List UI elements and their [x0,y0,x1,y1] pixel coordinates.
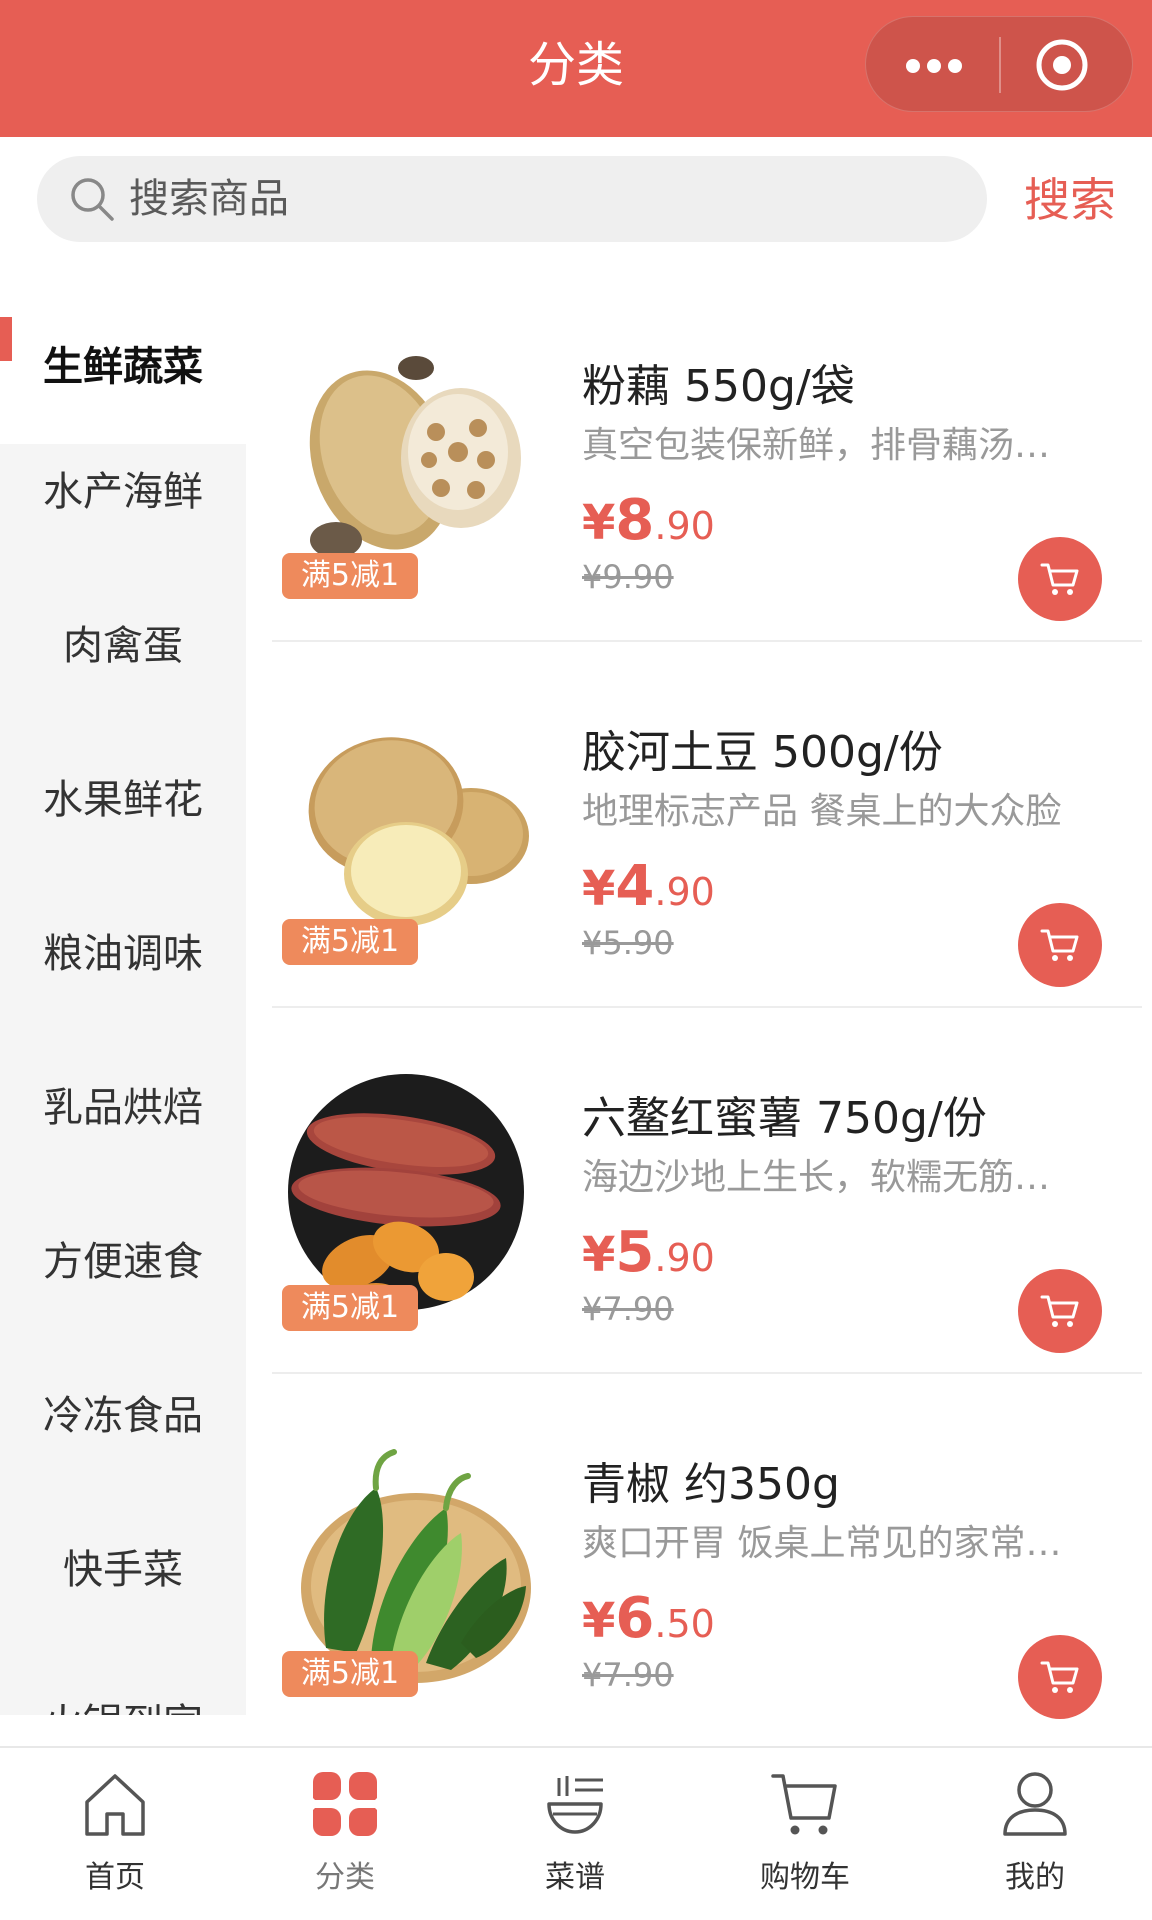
discount-badge: 满5减1 [282,919,418,965]
nav-header: 分类 [0,0,1152,137]
tab-label: 菜谱 [545,1860,605,1895]
tab-category[interactable]: 分类 [230,1748,460,1920]
home-icon [85,1774,145,1836]
list-divider [272,1006,1142,1008]
price-currency: ¥ [582,1593,616,1649]
product-price: ¥8.90 [582,488,715,553]
sidebar-item-label: 方便速食 [43,1239,203,1285]
sidebar-item-label: 冷冻食品 [43,1393,203,1439]
sidebar-item-seafood[interactable]: 水产海鲜 [0,415,246,569]
add-to-cart-button[interactable] [1018,903,1102,987]
price-currency: ¥ [582,861,616,917]
add-to-cart-button[interactable] [1018,537,1102,621]
cart-icon [1040,1295,1079,1327]
cart-icon [1040,929,1079,961]
cart-icon [1040,563,1079,595]
cart-icon [771,1774,837,1835]
more-dots-icon[interactable] [894,35,974,95]
product-description: 真空包装保新鲜，排骨藕汤… [582,425,1051,466]
list-divider [272,640,1142,642]
sidebar-item-dairy-bakery[interactable]: 乳品烘焙 [0,1031,246,1185]
sidebar-item-label: 水果鲜花 [43,777,203,823]
product-name[interactable]: 胶河土豆 500g/份 [582,716,1142,780]
user-icon [1003,1772,1067,1836]
tab-label: 购物车 [760,1860,850,1895]
sidebar-item-label: 水产海鲜 [43,469,203,515]
product-price: ¥5.90 [582,1220,715,1285]
price-decimal: .50 [654,1602,715,1646]
sidebar-item-label: 火锅到家 [43,1701,203,1715]
capsule-divider [999,37,1001,93]
price-currency: ¥ [582,1227,616,1283]
add-to-cart-button[interactable] [1018,1635,1102,1719]
discount-badge: 满5减1 [282,1651,418,1697]
search-input[interactable] [129,164,949,234]
sidebar-item-grain-oil[interactable]: 粮油调味 [0,877,246,1031]
product-name[interactable]: 青椒 约350g [582,1448,1142,1512]
discount-badge: 满5减1 [282,1285,418,1331]
tab-profile[interactable]: 我的 [920,1748,1150,1920]
active-indicator [0,317,12,361]
sidebar-item-label: 粮油调味 [43,931,203,977]
search-button[interactable]: 搜索 [1010,160,1130,240]
search-bar [37,156,987,242]
category-icon [313,1772,377,1836]
sidebar-item-hotpot[interactable]: 火锅到家 [0,1647,246,1715]
original-price: ¥5.90 [582,924,674,962]
recipe-bowl-icon [547,1776,603,1834]
product-card[interactable]: 满5减1 青椒 约350g 爽口开胃 饭桌上常见的家常… ¥6.50 ¥7.90 [246,1408,1152,1774]
product-name[interactable]: 粉藕 550g/袋 [582,350,1142,414]
tab-label: 首页 [85,1860,145,1895]
target-circle-icon[interactable] [1034,37,1090,93]
mini-program-capsule [865,16,1133,112]
price-integer: 4 [615,854,655,919]
price-decimal: .90 [654,1236,715,1280]
product-card[interactable]: 满5减1 粉藕 550g/袋 真空包装保新鲜，排骨藕汤… ¥8.90 ¥9.90 [246,310,1152,676]
sidebar-item-label: 肉禽蛋 [63,623,183,669]
add-to-cart-button[interactable] [1018,1269,1102,1353]
sidebar-item-label: 生鲜蔬菜 [43,344,203,390]
product-price: ¥4.90 [582,854,715,919]
price-decimal: .90 [654,870,715,914]
cart-icon [1040,1661,1079,1693]
sidebar-item-quick-dishes[interactable]: 快手菜 [0,1493,246,1647]
search-icon [71,178,114,221]
original-price: ¥7.90 [582,1656,674,1694]
product-price: ¥6.50 [582,1586,715,1651]
price-integer: 8 [615,488,655,553]
tab-cart[interactable]: 购物车 [690,1748,920,1920]
price-decimal: .90 [654,504,715,548]
tab-home[interactable]: 首页 [0,1748,230,1920]
sidebar-item-fruit-flowers[interactable]: 水果鲜花 [0,723,246,877]
original-price: ¥7.90 [582,1290,674,1328]
tab-label: 我的 [1005,1860,1065,1895]
sidebar-item-frozen-food[interactable]: 冷冻食品 [0,1339,246,1493]
discount-badge: 满5减1 [282,553,418,599]
product-card[interactable]: 满5减1 六鳌红蜜薯 750g/份 海边沙地上生长，软糯无筋… ¥5.90 ¥7… [246,1042,1152,1408]
tab-recipes[interactable]: 菜谱 [460,1748,690,1920]
product-name[interactable]: 六鳌红蜜薯 750g/份 [582,1082,1142,1146]
price-currency: ¥ [582,495,616,551]
product-description: 地理标志产品 餐桌上的大众脸 [582,791,1062,832]
sidebar-item-meat-eggs[interactable]: 肉禽蛋 [0,569,246,723]
price-integer: 6 [615,1586,655,1651]
sidebar-item-label: 快手菜 [63,1547,183,1593]
sidebar-item-instant-food[interactable]: 方便速食 [0,1185,246,1339]
product-description: 爽口开胃 饭桌上常见的家常… [582,1523,1062,1564]
category-sidebar[interactable]: 生鲜蔬菜 水产海鲜 肉禽蛋 水果鲜花 粮油调味 乳品烘焙 方便速食 冷冻食品 快… [0,290,246,1715]
price-integer: 5 [615,1220,655,1285]
original-price: ¥9.90 [582,558,674,596]
tab-label: 分类 [315,1860,375,1895]
product-description: 海边沙地上生长，软糯无筋… [582,1157,1051,1198]
bottom-tab-bar: 首页 分类 菜谱 购物车 我的 [0,1746,1152,1920]
sidebar-item-label: 乳品烘焙 [43,1085,203,1131]
list-divider [272,1372,1142,1374]
product-card[interactable]: 满5减1 胶河土豆 500g/份 地理标志产品 餐桌上的大众脸 ¥4.90 ¥5… [246,676,1152,1042]
